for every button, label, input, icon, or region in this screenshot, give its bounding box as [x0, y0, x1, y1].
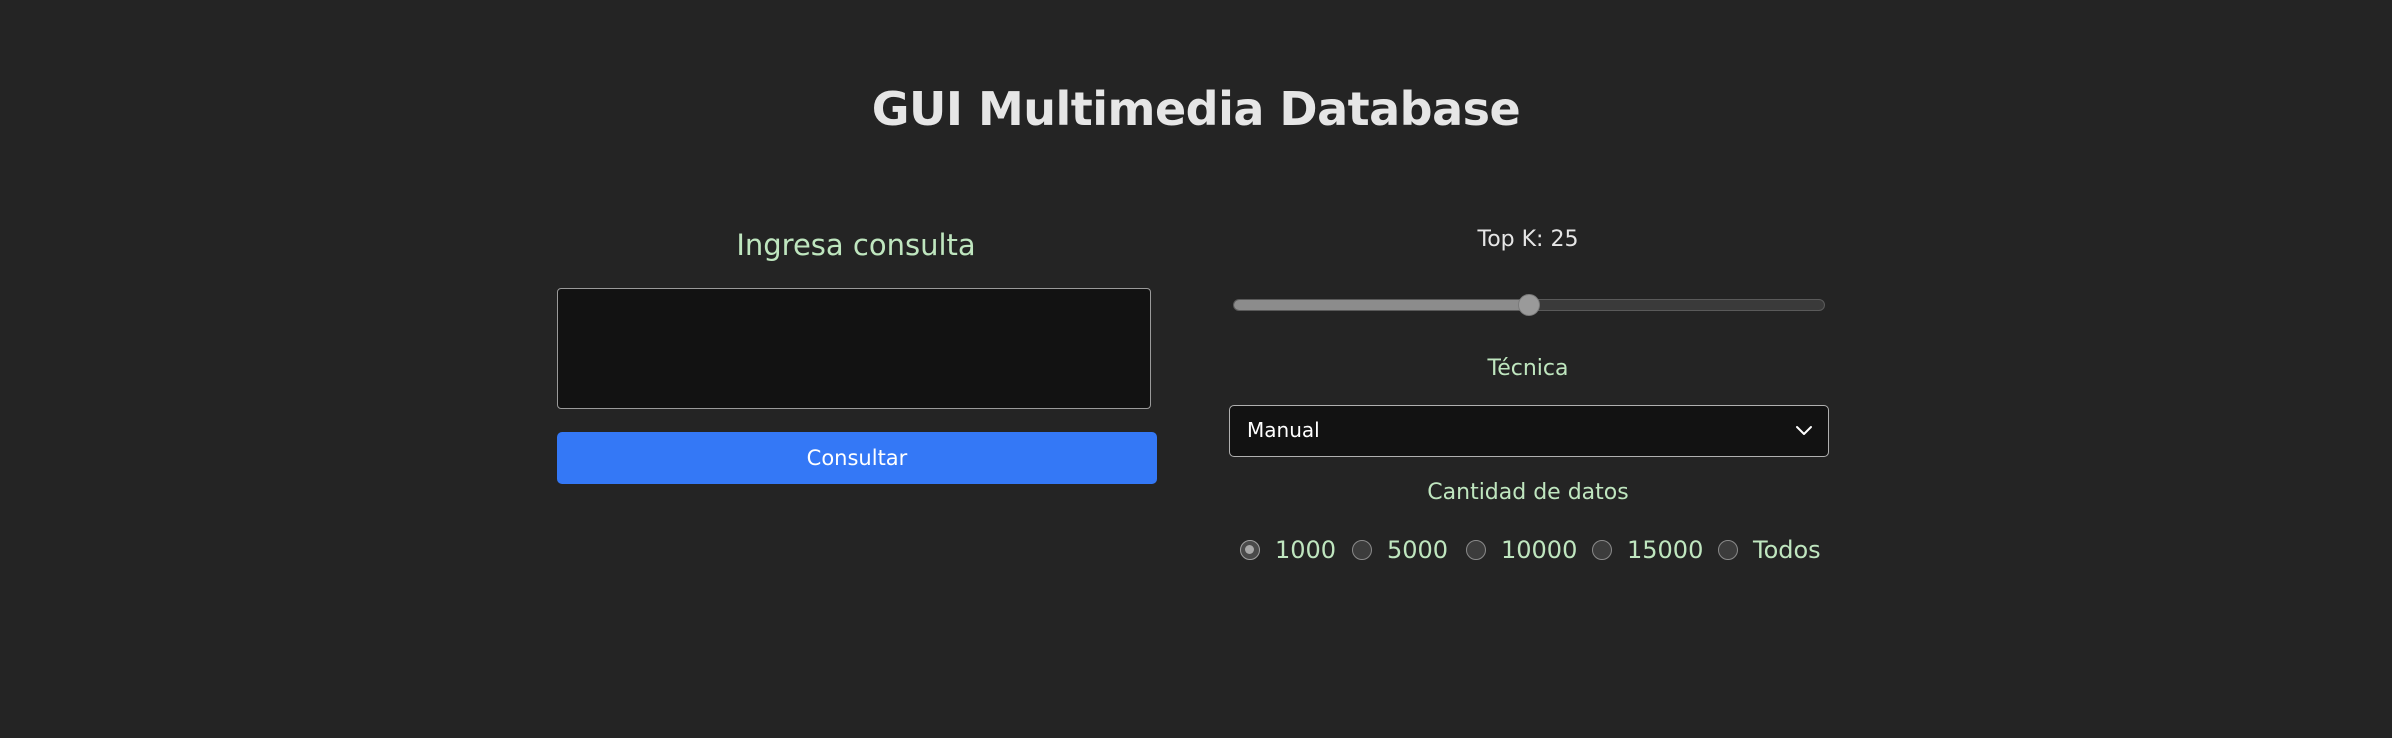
- radio-button[interactable]: [1240, 540, 1260, 560]
- radio-label: 5000: [1387, 536, 1449, 564]
- radio-button[interactable]: [1718, 540, 1738, 560]
- technique-selected-value: Manual: [1247, 418, 1320, 442]
- page-title: GUI Multimedia Database: [871, 82, 1521, 136]
- radio-button[interactable]: [1466, 540, 1486, 560]
- data-amount-label: Cantidad de datos: [1427, 480, 1629, 505]
- radio-option-5000[interactable]: 5000: [1352, 530, 1448, 570]
- radio-option-10000[interactable]: 10000: [1466, 530, 1577, 570]
- radio-option-15000[interactable]: 15000: [1592, 530, 1703, 570]
- radio-label: 15000: [1627, 536, 1704, 564]
- technique-select[interactable]: Manual: [1229, 405, 1829, 457]
- radio-button[interactable]: [1352, 540, 1372, 560]
- radio-label: 10000: [1501, 536, 1578, 564]
- radio-button[interactable]: [1592, 540, 1612, 560]
- topk-slider[interactable]: [1233, 293, 1825, 316]
- radio-label: Todos: [1753, 536, 1821, 564]
- consultar-button[interactable]: Consultar: [557, 432, 1157, 484]
- topk-label: Top K: 25: [1477, 227, 1579, 252]
- query-input[interactable]: [557, 288, 1151, 409]
- technique-label: Técnica: [1487, 356, 1569, 381]
- data-amount-radio-group: 1000 5000 10000 15000 Todos: [1240, 530, 1828, 570]
- radio-label: 1000: [1275, 536, 1337, 564]
- chevron-down-icon: [1796, 426, 1812, 435]
- topk-slider-fill: [1234, 300, 1529, 310]
- query-label: Ingresa consulta: [736, 228, 976, 262]
- radio-option-todos[interactable]: Todos: [1718, 530, 1821, 570]
- radio-option-1000[interactable]: 1000: [1240, 530, 1336, 570]
- topk-slider-thumb[interactable]: [1518, 293, 1540, 316]
